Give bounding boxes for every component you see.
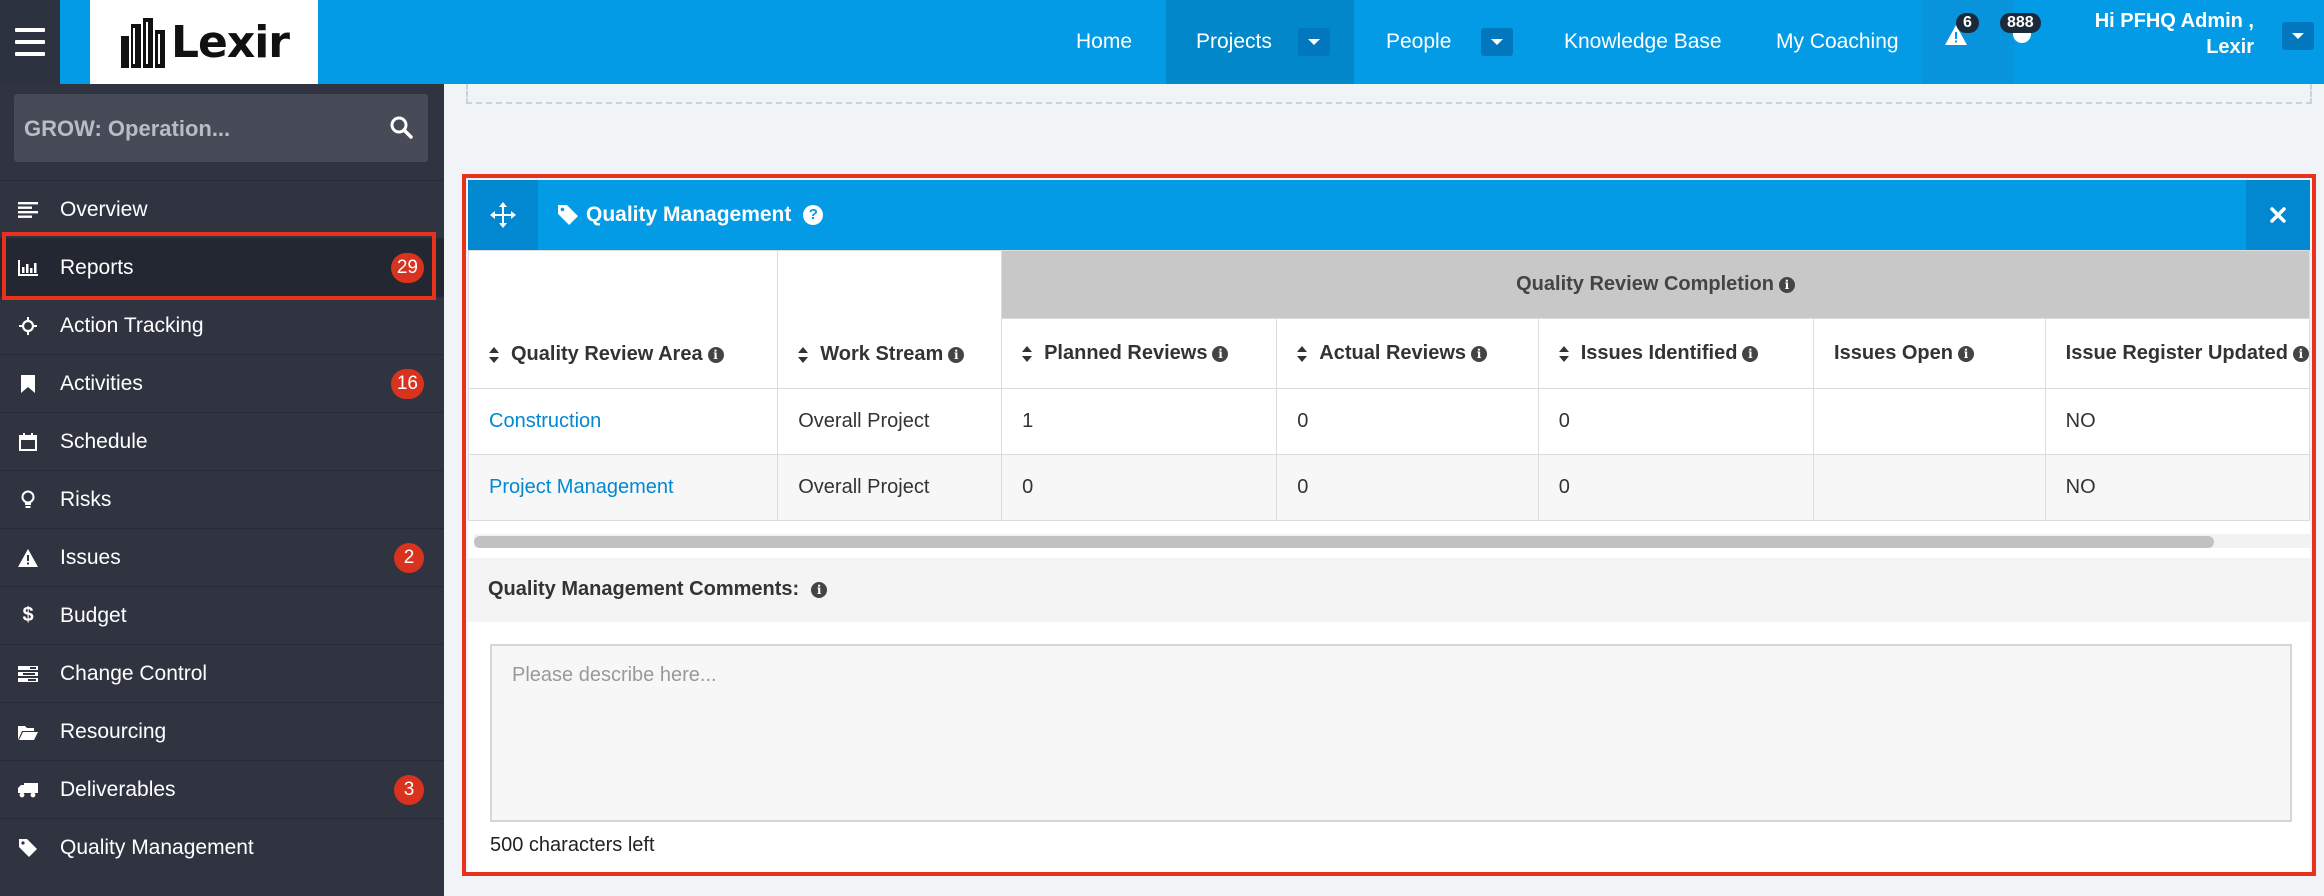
sidebar-item-label: Action Tracking — [60, 313, 204, 337]
user-greeting-line2: Lexir — [2206, 36, 2254, 58]
user-greeting[interactable]: Hi PFHQ Admin , Lexir — [2095, 8, 2254, 60]
sidebar-item-label: Budget — [60, 603, 127, 627]
nav-projects[interactable]: Projects — [1166, 0, 1354, 84]
sidebar-item-label: Quality Management — [60, 835, 254, 859]
folder-open-icon — [18, 722, 38, 742]
project-search-box[interactable]: GROW: Operation... — [14, 94, 428, 162]
nav-people-label: People — [1386, 30, 1452, 53]
sidebar-item-label: Deliverables — [60, 777, 176, 801]
crosshair-icon — [18, 316, 38, 336]
sidebar-item-change-control[interactable]: Change Control — [0, 644, 444, 702]
projects-dropdown-button[interactable] — [1297, 28, 1330, 56]
tasks-icon — [18, 664, 38, 684]
widget-drop-zone — [466, 84, 2312, 104]
sidebar-item-action-tracking[interactable]: Action Tracking — [0, 296, 444, 354]
sidebar-item-label: Overview — [60, 197, 148, 221]
lightbulb-icon — [18, 490, 38, 510]
sidebar-item-activities[interactable]: Activities 16 — [0, 354, 444, 412]
truck-icon — [18, 780, 38, 800]
sidebar-item-resourcing[interactable]: Resourcing — [0, 702, 444, 760]
sidebar-item-deliverables[interactable]: Deliverables 3 — [0, 760, 444, 818]
user-greeting-line1: Hi PFHQ Admin , — [2094, 10, 2254, 32]
sidebar-item-issues[interactable]: Issues 2 — [0, 528, 444, 586]
align-left-icon — [18, 200, 38, 220]
sidebar-item-budget[interactable]: $ Budget — [0, 586, 444, 644]
bookmark-icon — [18, 374, 38, 394]
messages-count-badge: 888 — [2000, 13, 2041, 33]
alerts-count-badge: 6 — [1956, 13, 1979, 33]
deliverables-count-badge: 3 — [394, 774, 424, 805]
nav-knowledge-base-label: Knowledge Base — [1564, 30, 1722, 53]
chevron-down-icon — [1491, 39, 1504, 45]
sidebar-item-label: Risks — [60, 487, 112, 511]
sidebar-item-label: Issues — [60, 545, 121, 569]
issues-count-badge: 2 — [394, 542, 424, 573]
sidebar: GROW: Operation... Overview Reports 29 A… — [0, 84, 444, 896]
sidebar-item-overview[interactable]: Overview — [0, 180, 444, 238]
nav-people[interactable]: People — [1386, 0, 1516, 84]
nav-my-coaching[interactable]: My Coaching — [1776, 0, 1899, 84]
activities-count-badge: 16 — [390, 368, 424, 399]
sidebar-item-label: Change Control — [60, 661, 208, 685]
warning-icon — [18, 548, 38, 568]
nav-home-label: Home — [1076, 30, 1133, 53]
dollar-icon: $ — [22, 604, 34, 626]
sidebar-item-label: Resourcing — [60, 719, 167, 743]
tag-icon — [18, 838, 38, 858]
nav-knowledge-base[interactable]: Knowledge Base — [1564, 0, 1722, 84]
sidebar-item-risks[interactable]: Risks — [0, 470, 444, 528]
sidebar-item-label: Schedule — [60, 429, 148, 453]
calendar-icon — [18, 432, 38, 452]
chevron-down-icon — [2292, 33, 2304, 39]
sidebar-item-label: Activities — [60, 371, 143, 395]
hamburger-menu-button[interactable] — [0, 0, 60, 84]
menu-icon — [15, 24, 45, 60]
nav-home[interactable]: Home — [1076, 0, 1140, 84]
lexir-logo[interactable]: Lexir — [90, 0, 318, 84]
logo-text: Lexir — [170, 16, 290, 68]
sidebar-item-schedule[interactable]: Schedule — [0, 412, 444, 470]
project-search-text: GROW: Operation... — [24, 116, 231, 141]
user-dropdown-button[interactable] — [2282, 22, 2314, 50]
people-dropdown-button[interactable] — [1481, 28, 1514, 56]
building-logo-icon — [120, 18, 165, 68]
chevron-down-icon — [1307, 39, 1320, 45]
nav-my-coaching-label: My Coaching — [1776, 30, 1899, 53]
nav-projects-label: Projects — [1196, 30, 1272, 53]
search-icon[interactable] — [388, 114, 414, 140]
sidebar-item-quality-management[interactable]: Quality Management — [0, 818, 444, 876]
reports-highlight — [2, 232, 436, 300]
panel-highlight — [462, 174, 2316, 876]
top-navbar: Lexir Home Projects People Knowledge Bas… — [0, 0, 2324, 84]
